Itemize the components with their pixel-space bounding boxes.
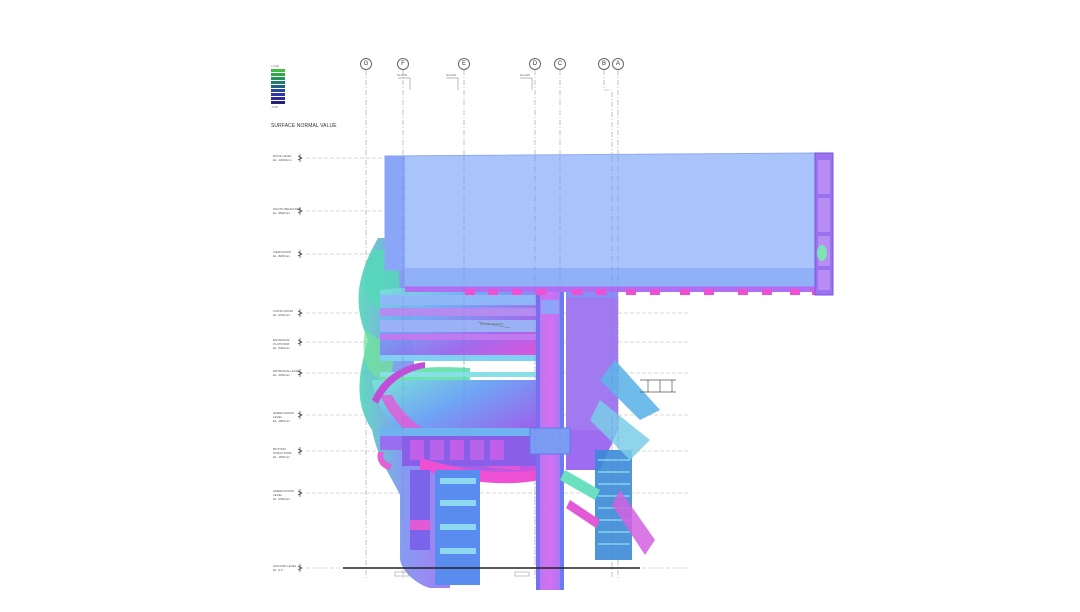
annotation-glass-1: GLASS — [397, 73, 408, 77]
legend-swatches — [271, 69, 285, 104]
grid-label-d: D — [529, 58, 541, 70]
legend-swatch — [271, 97, 285, 100]
level-label: BOTTOM STRUCTURE EL. 1500mm — [273, 447, 292, 459]
legend-swatch — [271, 101, 285, 104]
annotation-detail: DETAIL FIXINGS — [480, 322, 504, 326]
legend-swatch — [271, 81, 285, 84]
level-label: ENTRANCE PLATFORM EL. 5400mm — [273, 338, 291, 350]
grid-label-a: A — [612, 58, 624, 70]
legend-bottom-label: -1.00 — [271, 105, 278, 109]
legend-swatch — [271, 77, 285, 80]
level-markers — [297, 154, 303, 572]
level-label: GROUND LEVEL EL. 0.0 — [273, 564, 297, 572]
level-label: ENTRANCE LEVEL EL. 4300mm — [273, 369, 300, 377]
legend-swatch — [271, 93, 285, 96]
level-label: LIVING ROOM EL. 6150mm — [273, 309, 294, 317]
building — [358, 152, 834, 590]
level-label: VIEW ROOM EL. 8200mm — [273, 250, 291, 258]
legend-swatch — [271, 85, 285, 88]
level-label: PHOTO BEHOLDER EL. 9900mm — [273, 207, 301, 215]
legend-swatch — [271, 73, 285, 76]
grid-label-f: F — [397, 58, 409, 70]
legend-top-label: +1.00 — [271, 64, 279, 68]
grid-label-g: G — [360, 58, 372, 70]
elevation-svg — [297, 70, 834, 590]
annotation-glass-2: GLASS — [446, 73, 457, 77]
elevation-drawing — [0, 0, 1080, 607]
grid-label-c: C — [554, 58, 566, 70]
grid-label-b: B — [598, 58, 610, 70]
annotation-glass-3: GLASS — [520, 73, 531, 77]
grid-label-e: E — [458, 58, 470, 70]
legend-swatch — [271, 89, 285, 92]
level-label: GREEN ROOM LEVEL EL. 0000mm — [273, 489, 294, 501]
cantilever-box — [384, 152, 816, 287]
level-label: GREEN ROOM LEVEL EL. 2800mm — [273, 411, 294, 423]
legend-swatch — [271, 69, 285, 72]
level-label: ROOF LEVEL EL. 12000mm — [273, 154, 292, 162]
legend: +1.00 -1.00 — [271, 64, 285, 109]
legend-title: SURFACE NORMAL VALUE — [271, 123, 337, 129]
